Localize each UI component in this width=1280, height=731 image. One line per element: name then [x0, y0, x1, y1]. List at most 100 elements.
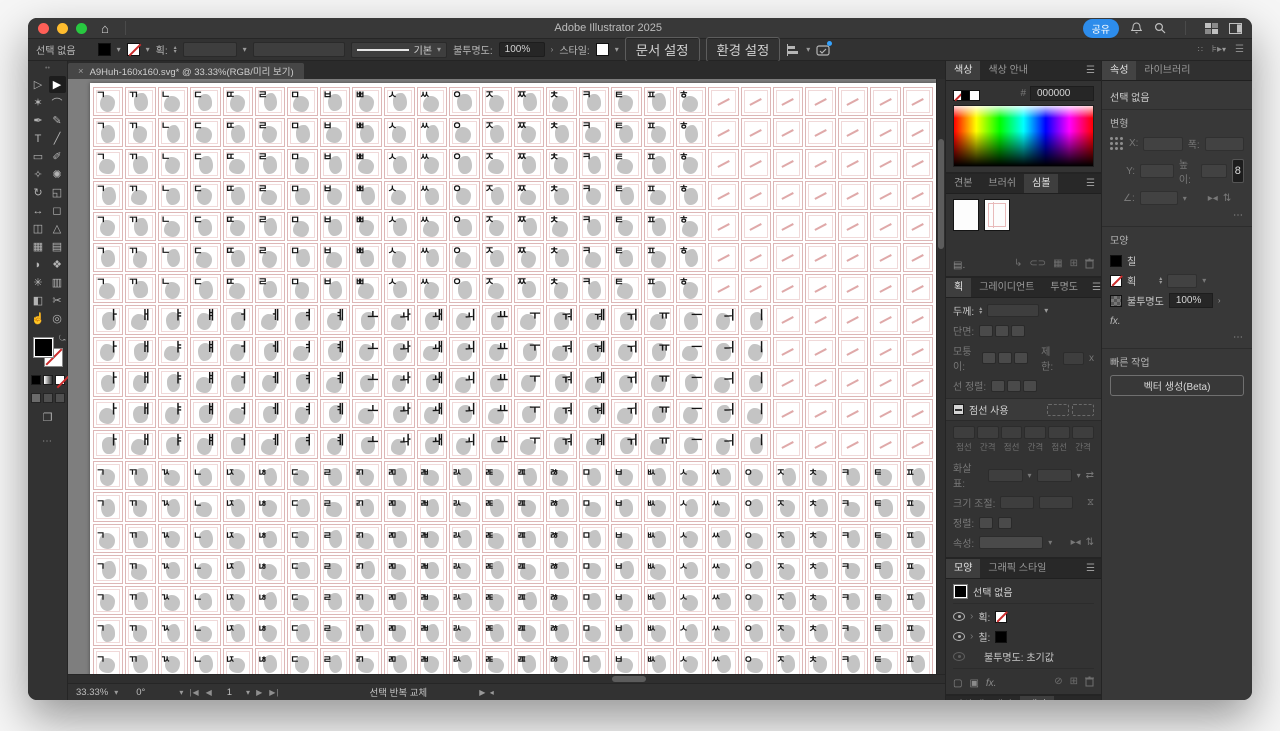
glyph-cell[interactable]: ㅌ: [870, 617, 901, 647]
glyph-cell[interactable]: ㄴ: [157, 274, 189, 304]
glyph-cell[interactable]: ㄺ: [352, 461, 383, 491]
empty-glyph-cell[interactable]: [805, 149, 836, 179]
gradient-mode-button[interactable]: [42, 375, 53, 385]
glyph-cell[interactable]: ㅃ: [352, 242, 383, 273]
glyph-cell[interactable]: ㄲ: [125, 554, 156, 584]
empty-glyph-cell[interactable]: [837, 336, 869, 366]
glyph-cell[interactable]: ㄿ: [514, 554, 545, 584]
glyph-cell[interactable]: ㅒ: [190, 398, 221, 429]
empty-glyph-cell[interactable]: [837, 367, 869, 397]
glyph-cell[interactable]: ㅃ: [352, 118, 383, 148]
glyph-cell[interactable]: ㄼ: [416, 492, 448, 522]
generate-vectors-button[interactable]: 벡터 생성(Beta): [1110, 375, 1244, 396]
empty-glyph-cell[interactable]: [837, 430, 869, 460]
glyph-cell[interactable]: ㅁ: [287, 242, 318, 273]
empty-glyph-cell[interactable]: [902, 149, 933, 179]
glyph-cell[interactable]: ㄴ: [190, 523, 221, 553]
glyph-cell[interactable]: ㅞ: [578, 336, 610, 366]
glyph-cell[interactable]: ㅏ: [93, 398, 124, 429]
glyph-cell[interactable]: ㄴ: [190, 461, 221, 491]
glyph-cell[interactable]: ㅅ: [675, 554, 707, 584]
glyph-cell[interactable]: ㄲ: [125, 180, 156, 210]
glyph-cell[interactable]: ㅟ: [611, 430, 642, 460]
glyph-cell[interactable]: ㅔ: [254, 305, 286, 335]
glyph-cell[interactable]: ㅜ: [514, 305, 545, 335]
glyph-cell[interactable]: ㅈ: [773, 648, 804, 674]
projecting-cap-button[interactable]: [1011, 324, 1026, 337]
glyph-cell[interactable]: ㅊ: [805, 461, 836, 491]
magic-wand-tool-icon[interactable]: ✶: [30, 94, 47, 111]
glyph-cell[interactable]: ㅈ: [481, 242, 512, 273]
glyph-cell[interactable]: ㅍ: [902, 617, 933, 647]
glyph-cell[interactable]: ㅘ: [384, 367, 415, 397]
empty-glyph-cell[interactable]: [805, 430, 836, 460]
arrow-end-dropdown[interactable]: [1036, 468, 1072, 482]
glyph-cell[interactable]: ㄸ: [222, 211, 253, 241]
glyph-cell[interactable]: ㅟ: [611, 398, 642, 429]
glyph-cell[interactable]: ㄲ: [125, 586, 156, 616]
glyph-cell[interactable]: ㄷ: [190, 242, 221, 273]
glyph-cell[interactable]: ㄲ: [125, 274, 156, 304]
align-arrow-end-button[interactable]: [998, 516, 1013, 529]
glyph-cell[interactable]: ㅡ: [675, 430, 707, 460]
glyph-cell[interactable]: ㅁ: [578, 461, 610, 491]
round-join-button[interactable]: [998, 352, 1013, 364]
glyph-cell[interactable]: ㅇ: [740, 648, 772, 674]
glyph-cell[interactable]: ㅌ: [611, 180, 642, 210]
glyph-cell[interactable]: ㅛ: [481, 398, 512, 429]
glyph-cell[interactable]: ㄷ: [287, 554, 318, 584]
glyph-cell[interactable]: ㅆ: [416, 242, 448, 273]
glyph-cell[interactable]: ㄵ: [222, 523, 253, 553]
glyph-cell[interactable]: ㅁ: [578, 586, 610, 616]
glyph-cell[interactable]: ㄺ: [352, 648, 383, 674]
glyph-cell[interactable]: ㅎ: [675, 149, 707, 179]
horizontal-scrollbar[interactable]: [68, 674, 945, 683]
expand-arrow-icon[interactable]: ›: [970, 631, 973, 642]
constrain-proportions-icon[interactable]: 8: [1231, 159, 1244, 183]
glyph-cell[interactable]: ㅁ: [578, 554, 610, 584]
glyph-cell[interactable]: ㅍ: [643, 149, 674, 179]
delete-item-icon[interactable]: [1085, 676, 1094, 690]
tab-properties[interactable]: 속성: [1102, 61, 1137, 80]
glyph-cell[interactable]: ㅕ: [287, 398, 318, 429]
glyph-cell[interactable]: ㄻ: [384, 648, 415, 674]
gap-field[interactable]: [1024, 426, 1047, 439]
type-tool-icon[interactable]: T: [30, 130, 47, 147]
glyph-cell[interactable]: ㅆ: [708, 586, 739, 616]
glyph-cell[interactable]: ㅃ: [352, 274, 383, 304]
stroke-weight-dropdown[interactable]: [182, 42, 237, 57]
glyph-cell[interactable]: ㅖ: [319, 398, 351, 429]
glyph-cell[interactable]: ㄽ: [449, 461, 480, 491]
glyph-cell[interactable]: ㅋ: [837, 617, 869, 647]
glyph-cell[interactable]: ㄹ: [319, 492, 351, 522]
glyph-cell[interactable]: ㅁ: [287, 87, 318, 117]
glyph-cell[interactable]: ㅢ: [708, 430, 739, 460]
glyph-cell[interactable]: ㄸ: [222, 149, 253, 179]
glyph-cell[interactable]: ㅊ: [546, 242, 577, 273]
empty-glyph-cell[interactable]: [870, 367, 901, 397]
empty-glyph-cell[interactable]: [805, 367, 836, 397]
glyph-cell[interactable]: ㅕ: [287, 305, 318, 335]
glyph-cell[interactable]: ㄳ: [157, 461, 189, 491]
glyph-cell[interactable]: ㅄ: [643, 648, 674, 674]
glyph-cell[interactable]: ㅂ: [611, 648, 642, 674]
empty-glyph-cell[interactable]: [708, 211, 739, 241]
glyph-cell[interactable]: ㅅ: [675, 617, 707, 647]
glyph-cell[interactable]: ㅡ: [675, 398, 707, 429]
column-graph-tool-icon[interactable]: ▥: [49, 274, 66, 291]
empty-glyph-cell[interactable]: [740, 118, 772, 148]
glyph-cell[interactable]: ㅣ: [740, 305, 772, 335]
glyph-cell[interactable]: ㅙ: [416, 305, 448, 335]
tab-asset-export[interactable]: 자산 내보내기: [946, 696, 1020, 700]
glyph-cell[interactable]: ㄲ: [125, 523, 156, 553]
dash-field[interactable]: [1000, 426, 1023, 439]
tab-gradient[interactable]: 그레이디언트: [971, 278, 1042, 297]
style-swatch[interactable]: [595, 43, 609, 56]
align-dash-button[interactable]: [1072, 403, 1094, 416]
glyph-cell[interactable]: ㅔ: [254, 430, 286, 460]
glyph-cell[interactable]: ㅗ: [352, 336, 383, 366]
glyph-cell[interactable]: ㄻ: [384, 492, 415, 522]
free-transform-tool-icon[interactable]: ◱: [49, 184, 66, 201]
glyph-cell[interactable]: ㅙ: [416, 336, 448, 366]
glyph-cell[interactable]: ㅌ: [611, 274, 642, 304]
